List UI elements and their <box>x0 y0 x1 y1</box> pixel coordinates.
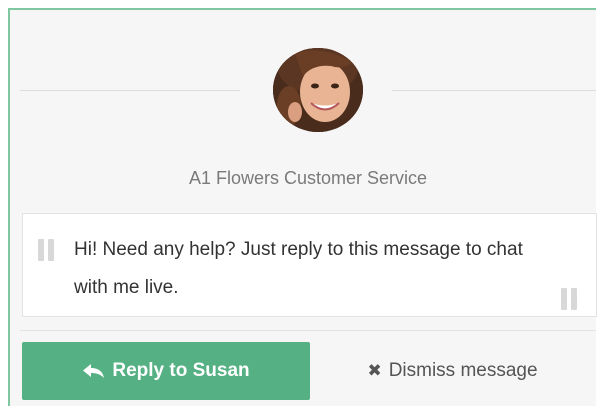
avatar-divider-left <box>20 90 240 91</box>
agent-avatar <box>273 48 363 132</box>
open-quote-icon <box>38 239 58 261</box>
dismiss-button[interactable]: ✖ Dismiss message <box>340 342 565 400</box>
close-quote-icon <box>561 288 581 310</box>
dismiss-button-label: Dismiss message <box>388 360 538 381</box>
footer-divider <box>20 330 596 331</box>
chat-widget: A1 Flowers Customer Service Hi! Need any… <box>8 8 597 406</box>
avatar-row <box>20 48 596 138</box>
message-bubble: Hi! Need any help? Just reply to this me… <box>22 213 597 317</box>
close-icon: ✖ <box>367 361 382 380</box>
agent-name: A1 Flowers Customer Service <box>188 168 428 188</box>
avatar-divider-right <box>392 90 596 91</box>
reply-button[interactable]: Reply to Susan <box>22 342 310 400</box>
reply-button-label: Reply to Susan <box>112 360 250 381</box>
message-text: Hi! Need any help? Just reply to this me… <box>74 239 523 298</box>
reply-arrow-icon <box>82 363 106 379</box>
